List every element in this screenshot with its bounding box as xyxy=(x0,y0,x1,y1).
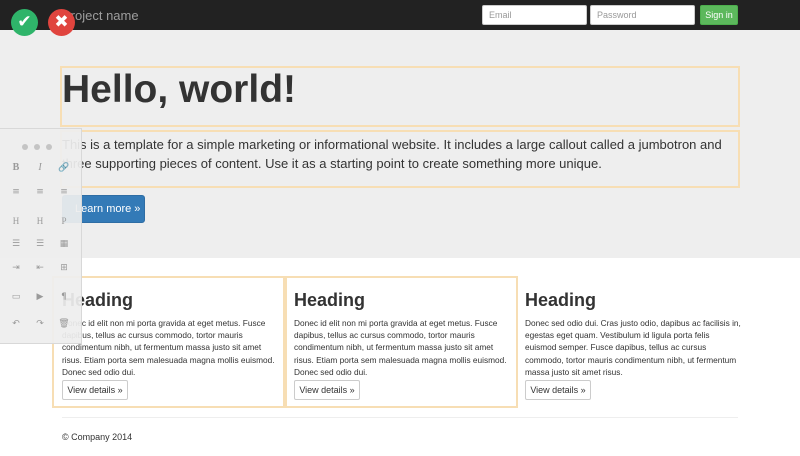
align-left-icon[interactable]: ≡ xyxy=(8,185,24,199)
column-2-view-details-button[interactable]: View details » xyxy=(294,380,360,400)
align-right-icon[interactable]: ≡ xyxy=(56,185,72,199)
insert-block-icon[interactable]: ⊞ xyxy=(56,261,72,275)
reject-close-icon[interactable]: ✖ xyxy=(48,9,75,36)
heading-2-icon[interactable]: H xyxy=(32,214,48,228)
numbered-list-icon[interactable]: ☰ xyxy=(32,237,48,251)
toolbar-drag-handle[interactable] xyxy=(22,137,58,155)
video-icon[interactable]: ▶ xyxy=(32,290,48,304)
navbar: Project name Sign in xyxy=(0,0,800,30)
jumbotron-text[interactable]: This is a template for a simple marketin… xyxy=(62,135,740,173)
jumbotron-title[interactable]: Hello, world! xyxy=(62,68,296,112)
footer-divider xyxy=(62,417,738,418)
redo-icon[interactable]: ↷ xyxy=(32,317,48,331)
drag-dot xyxy=(34,144,40,150)
password-input[interactable] xyxy=(590,5,695,25)
heading-1-icon[interactable]: H xyxy=(8,214,24,228)
bullet-list-icon[interactable]: ☰ xyxy=(8,237,24,251)
image-icon[interactable]: ▭ xyxy=(8,290,24,304)
italic-icon[interactable]: I xyxy=(32,161,48,175)
trash-icon[interactable]: 🗑 xyxy=(56,317,72,331)
drag-dot xyxy=(46,144,52,150)
link-icon[interactable]: 🔗 xyxy=(56,161,72,175)
table-icon[interactable]: ▦ xyxy=(56,237,72,251)
editor-toolbar[interactable]: B I 🔗 ≡ ≡ ≡ H H P ☰ ☰ ▦ ⇥ ⇤ ⊞ ▭ ▶ ¶ ↶ ↷ … xyxy=(0,128,82,344)
undo-icon[interactable]: ↶ xyxy=(8,317,24,331)
signin-button[interactable]: Sign in xyxy=(700,5,738,25)
bold-icon[interactable]: B xyxy=(8,161,24,175)
footer-text: © Company 2014 xyxy=(62,432,133,442)
outdent-icon[interactable]: ⇤ xyxy=(32,261,48,275)
align-center-icon[interactable]: ≡ xyxy=(32,185,48,199)
code-icon[interactable]: ¶ xyxy=(56,290,72,304)
drag-dot xyxy=(22,144,28,150)
column-3-view-details-button[interactable]: View details » xyxy=(525,380,591,400)
column-1-view-details-button[interactable]: View details » xyxy=(62,380,128,400)
email-input[interactable] xyxy=(482,5,587,25)
column-2-heading[interactable]: Heading xyxy=(294,290,365,311)
column-2-text[interactable]: Donec id elit non mi porta gravida at eg… xyxy=(294,317,510,378)
indent-icon[interactable]: ⇥ xyxy=(8,261,24,275)
paragraph-icon[interactable]: P xyxy=(56,214,72,228)
accept-check-icon[interactable]: ✔ xyxy=(11,9,38,36)
column-3-heading[interactable]: Heading xyxy=(525,290,596,311)
column-1-text[interactable]: Donec id elit non mi porta gravida at eg… xyxy=(62,317,278,378)
column-3-text[interactable]: Donec sed odio dui. Cras justo odio, dap… xyxy=(525,317,741,378)
